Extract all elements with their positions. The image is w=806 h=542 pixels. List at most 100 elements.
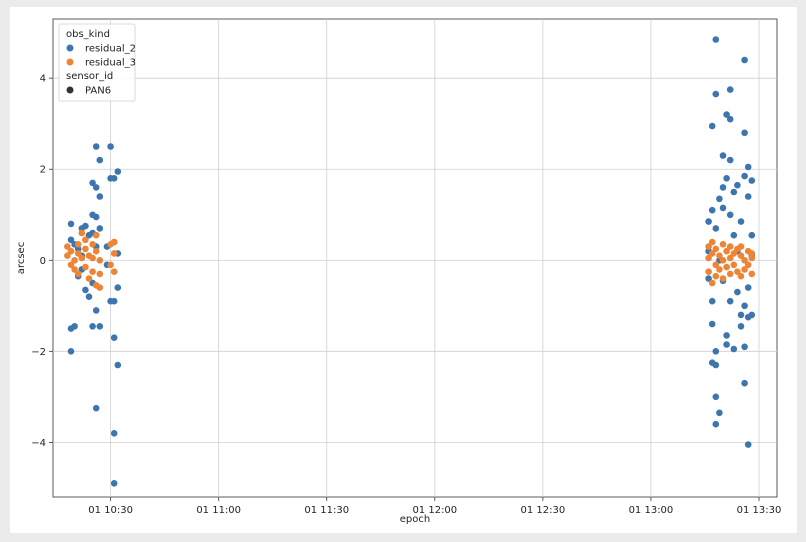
data-point — [92, 213, 100, 221]
data-point — [737, 218, 745, 225]
data-point — [96, 257, 104, 264]
x-tick-label: 01 11:30 — [304, 505, 349, 516]
data-point — [89, 241, 96, 248]
data-point — [110, 250, 118, 257]
data-point — [92, 404, 100, 412]
data-point — [730, 345, 738, 353]
data-point — [110, 175, 118, 182]
data-point — [708, 279, 716, 287]
data-point — [74, 270, 82, 278]
data-point — [716, 409, 723, 417]
data-point — [82, 222, 89, 230]
data-point — [67, 220, 75, 228]
data-point — [719, 204, 727, 212]
data-point — [719, 184, 727, 191]
data-point — [730, 261, 738, 269]
data-point — [712, 272, 720, 280]
data-point — [96, 323, 104, 330]
y-tick-label: 2 — [40, 165, 46, 176]
scatter-chart: 01 10:30 01 11:00 01 11:30 01 12:00 01 12:30… — [16, 18, 781, 525]
data-point — [110, 297, 118, 305]
data-point — [82, 263, 89, 271]
data-point — [67, 247, 75, 255]
figure-frame: 01 10:30 01 11:00 01 11:30 01 12:00 01 12:30… — [10, 7, 797, 533]
data-point — [96, 284, 104, 291]
x-tick-label: 01 10:30 — [88, 505, 133, 516]
data-point — [82, 286, 89, 294]
y-tick-label: 0 — [40, 256, 46, 267]
legend-label-residual-3: residual_3 — [85, 58, 136, 69]
data-point — [748, 270, 756, 278]
data-point — [744, 261, 752, 269]
data-point — [78, 229, 86, 237]
data-point — [82, 236, 89, 244]
data-point — [89, 254, 96, 262]
data-point — [741, 172, 748, 180]
data-point — [89, 323, 96, 330]
legend: obs_kind residual_2 residual_3 sensor_id… — [58, 23, 136, 102]
x-axis-label: epoch — [400, 514, 430, 525]
data-point — [741, 56, 748, 64]
y-tick-label: −2 — [31, 347, 46, 358]
data-point — [110, 430, 118, 437]
data-point — [96, 225, 104, 232]
data-point — [708, 320, 716, 328]
data-point — [96, 270, 104, 278]
y-axis-ticks: −4 −2 0 2 4 — [31, 74, 53, 449]
data-point — [96, 156, 104, 164]
data-point — [748, 254, 756, 262]
data-point — [744, 163, 752, 171]
legend-label-pan6: PAN6 — [85, 86, 111, 97]
plot-area — [52, 18, 778, 498]
data-point — [67, 348, 75, 355]
data-point — [737, 323, 745, 330]
data-point — [730, 231, 738, 239]
data-point — [712, 420, 720, 428]
data-point — [712, 90, 720, 98]
data-point — [737, 311, 745, 319]
data-point — [726, 156, 734, 164]
data-point — [726, 243, 734, 250]
data-point — [85, 275, 93, 282]
data-point — [74, 241, 82, 248]
data-point — [719, 152, 727, 159]
data-point — [712, 361, 720, 369]
data-point — [730, 188, 738, 196]
data-point — [71, 257, 78, 264]
x-tick-label: 01 12:30 — [521, 505, 566, 516]
data-point — [712, 225, 720, 232]
data-point — [708, 122, 716, 130]
data-point — [744, 284, 752, 291]
data-point — [705, 218, 712, 225]
data-point — [726, 86, 734, 93]
data-point — [78, 254, 86, 262]
data-point — [712, 393, 720, 401]
legend-style-title: sensor_id — [66, 71, 113, 82]
data-point — [110, 334, 118, 342]
data-point — [107, 143, 114, 150]
data-point — [726, 115, 734, 123]
data-point — [712, 245, 720, 253]
data-point — [741, 302, 748, 310]
data-point — [734, 288, 741, 296]
x-tick-label: 01 13:30 — [737, 505, 782, 516]
legend-marker-residual-2 — [66, 44, 74, 52]
data-point — [705, 268, 712, 276]
data-point — [96, 193, 104, 200]
data-point — [114, 361, 122, 369]
data-point — [110, 238, 118, 246]
data-point — [92, 184, 100, 191]
data-point — [712, 36, 720, 43]
data-point — [114, 168, 122, 175]
data-point — [85, 293, 93, 301]
data-point — [748, 231, 756, 239]
data-point — [748, 177, 756, 184]
data-point — [114, 284, 122, 291]
data-point — [737, 272, 745, 280]
data-point — [716, 195, 723, 203]
x-tick-label: 01 11:00 — [196, 505, 241, 516]
data-point — [92, 231, 100, 239]
data-point — [708, 238, 716, 246]
data-point — [82, 245, 89, 253]
x-axis-ticks: 01 10:30 01 11:00 01 11:30 01 12:00 01 12:30… — [88, 497, 781, 516]
